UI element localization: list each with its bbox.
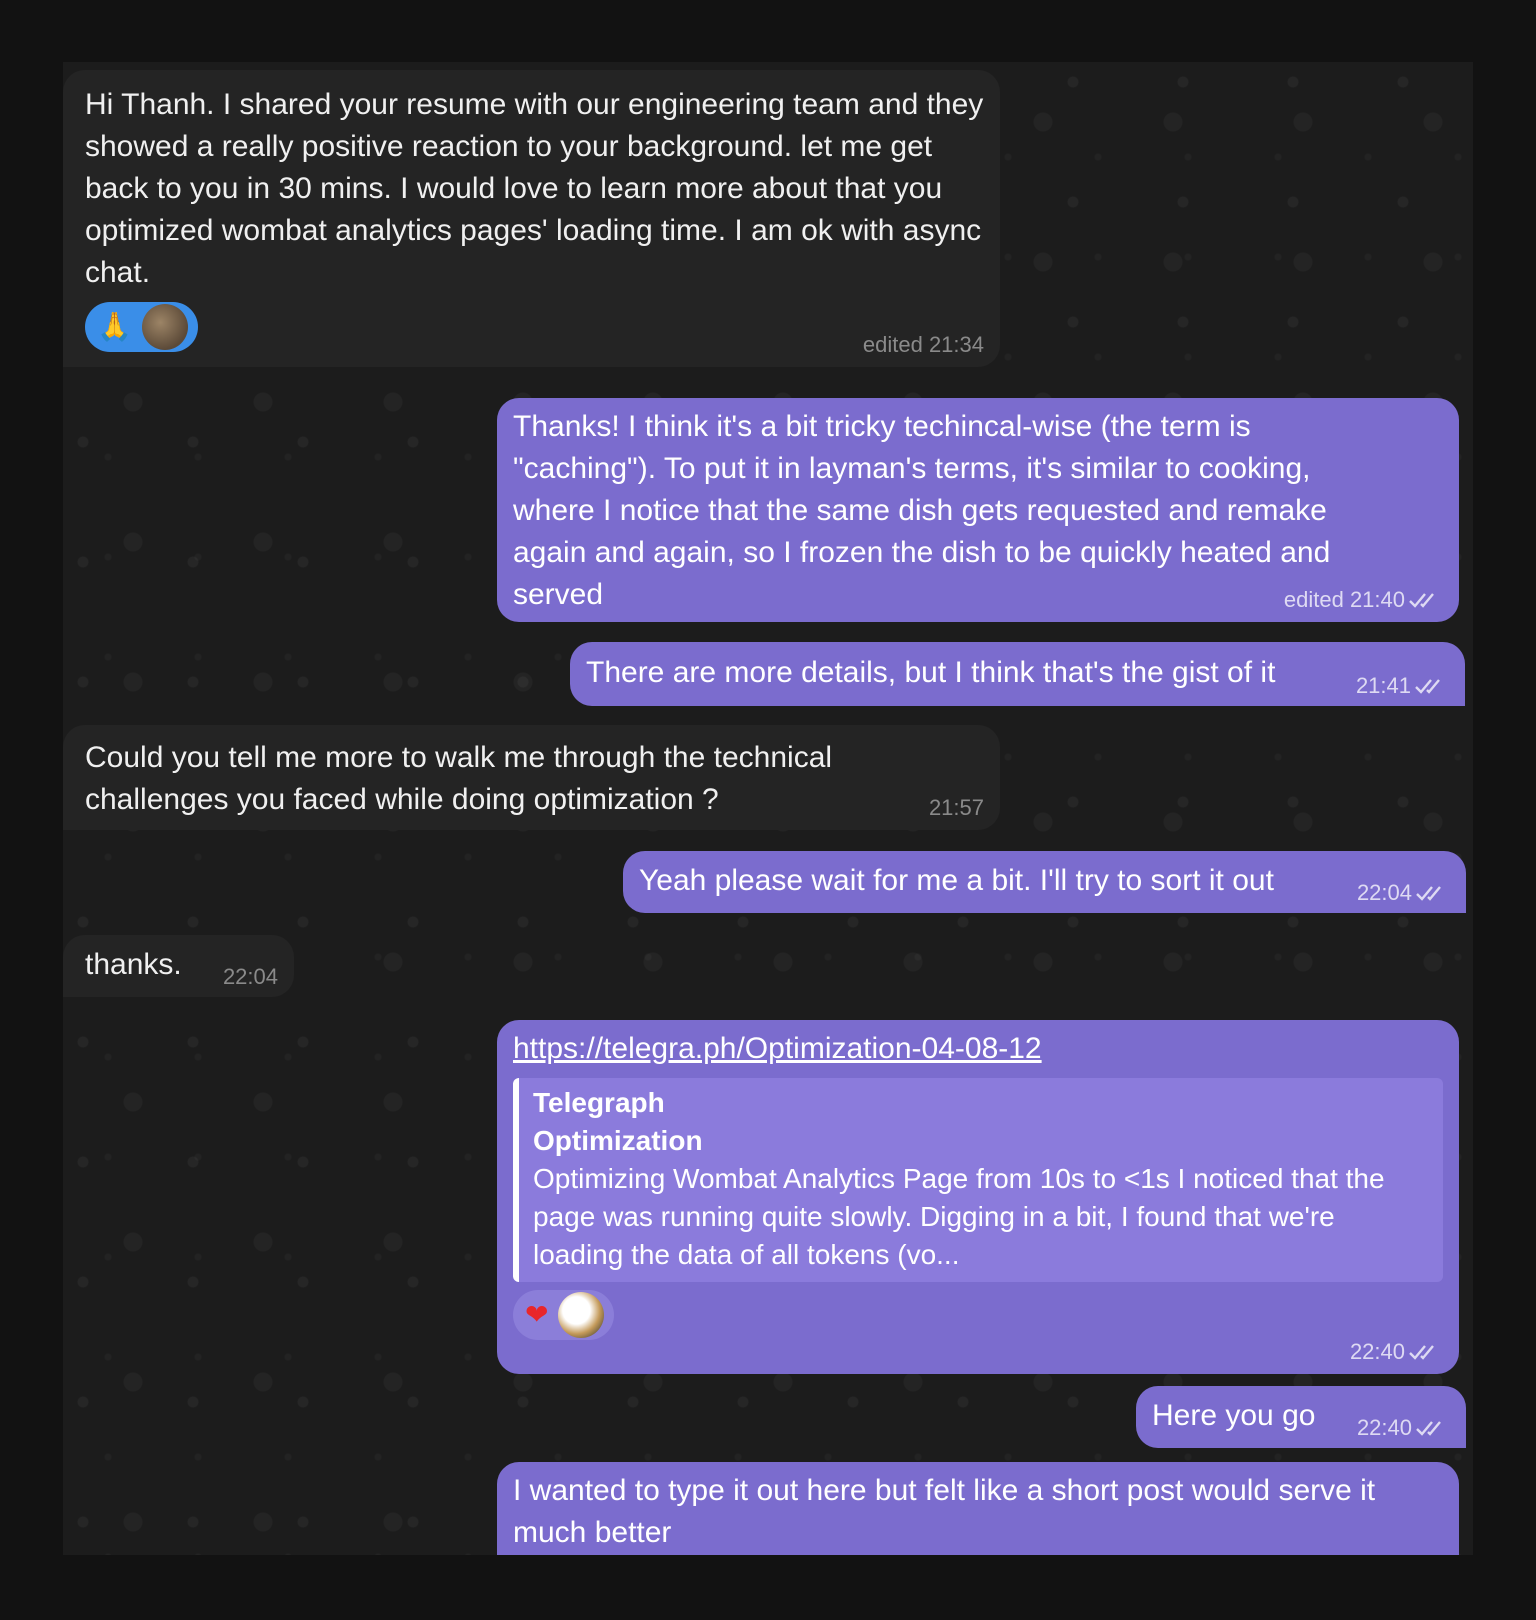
message-time: 22:40 (1356, 1415, 1412, 1440)
reaction-bar[interactable]: 🙏 (85, 302, 198, 352)
preview-title: Optimization (533, 1125, 703, 1156)
message-meta: 22:40 (1350, 1340, 1443, 1364)
outgoing-message[interactable]: I wanted to type it out here but felt li… (497, 1462, 1459, 1555)
message-meta: edited 21:34 (863, 333, 984, 357)
message-time: 21:57 (928, 795, 984, 820)
reactor-avatar (558, 1292, 605, 1338)
double-check-icon (1415, 679, 1440, 694)
outgoing-message[interactable]: There are more details, but I think that… (570, 642, 1465, 706)
incoming-message[interactable]: thanks. 22:04 (63, 935, 294, 997)
message-meta: 22:04 (223, 965, 278, 989)
outgoing-link-message[interactable]: https://telegra.ph/Optimization-04-08-12… (497, 1020, 1459, 1374)
preview-description: Optimizing Wombat Analytics Page from 10… (533, 1163, 1385, 1270)
reactor-avatar (141, 304, 188, 350)
double-check-icon (1409, 1345, 1434, 1360)
message-meta: 21:57 (929, 796, 984, 820)
message-time: edited 21:34 (862, 332, 984, 357)
message-time: edited 21:40 (1283, 587, 1405, 612)
message-text: Could you tell me more to walk me throug… (85, 741, 833, 816)
reaction-bar[interactable]: ❤ (513, 1290, 615, 1340)
folded-hands-reaction[interactable]: 🙏 (97, 306, 132, 348)
message-text: There are more details, but I think that… (586, 656, 1276, 689)
preview-site-name: Telegraph (533, 1087, 665, 1118)
heart-reaction[interactable]: ❤ (525, 1294, 548, 1336)
message-meta: 22:04 (1357, 881, 1450, 905)
double-check-icon (1416, 1421, 1441, 1436)
message-time: 22:04 (1356, 880, 1412, 905)
outgoing-message[interactable]: Thanks! I think it's a bit tricky techin… (497, 398, 1459, 622)
message-meta: 21:41 (1356, 674, 1449, 698)
link-preview[interactable]: Telegraph Optimization Optimizing Wombat… (513, 1078, 1443, 1282)
message-text: Yeah please wait for me a bit. I'll try … (639, 864, 1274, 897)
incoming-message[interactable]: Hi Thanh. I shared your resume with our … (63, 70, 1000, 367)
double-check-icon (1409, 593, 1434, 608)
outgoing-message[interactable]: Yeah please wait for me a bit. I'll try … (623, 851, 1466, 913)
message-link[interactable]: https://telegra.ph/Optimization-04-08-12 (513, 1028, 1443, 1070)
message-meta: edited 21:40 (1284, 588, 1443, 612)
outgoing-message[interactable]: Here you go 22:40 (1136, 1386, 1466, 1448)
incoming-message[interactable]: Could you tell me more to walk me throug… (63, 725, 1000, 830)
message-text: I wanted to type it out here but felt li… (513, 1474, 1376, 1549)
message-text: Thanks! I think it's a bit tricky techin… (513, 410, 1331, 611)
message-text: Hi Thanh. I shared your resume with our … (85, 88, 984, 289)
message-time: 22:04 (222, 964, 278, 989)
chat-history[interactable]: Hi Thanh. I shared your resume with our … (63, 62, 1473, 1555)
message-time: 22:40 (1349, 1339, 1405, 1364)
message-time: 21:41 (1355, 673, 1411, 698)
double-check-icon (1416, 886, 1441, 901)
message-meta: 22:40 (1357, 1416, 1450, 1440)
